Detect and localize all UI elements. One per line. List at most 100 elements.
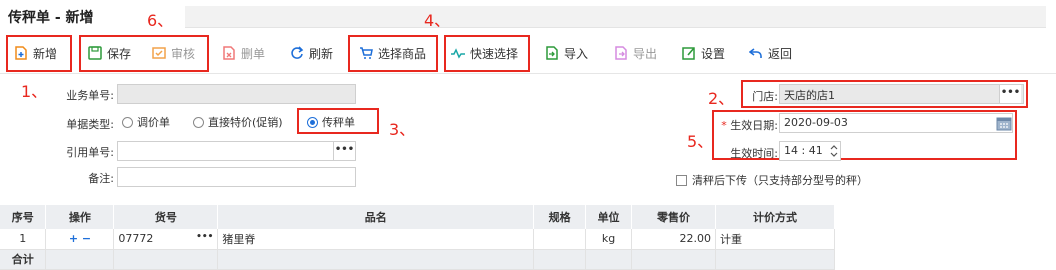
table-total-row: 合计 — [0, 249, 835, 270]
back-button[interactable]: 返回 — [749, 40, 792, 66]
cell-spec — [533, 229, 587, 250]
back-label: 返回 — [768, 46, 793, 61]
pulse-icon — [451, 48, 465, 59]
clear-scale-checkbox[interactable] — [676, 174, 687, 186]
store-field[interactable]: 天店的店1 — [779, 84, 1024, 104]
import-button[interactable]: 导入 — [545, 40, 588, 66]
clear-scale-option[interactable]: 清秤后下传（只支持部分型号的秤） — [676, 172, 868, 188]
doc-type-label: 单据类型: — [66, 118, 114, 131]
settings-label: 设置 — [701, 46, 726, 61]
radio-label: 直接特价(促销) — [208, 116, 283, 129]
cell-ops: + − — [45, 229, 115, 250]
col-header-price: 零售价 — [631, 205, 716, 229]
select-goods-label: 选择商品 — [378, 46, 427, 61]
annotation-number-4: 4、 — [424, 11, 451, 30]
remark-field[interactable] — [117, 167, 356, 187]
clear-scale-label: 清秤后下传（只支持部分型号的秤） — [692, 174, 868, 187]
refresh-icon — [291, 46, 304, 59]
select-goods-button[interactable]: 选择商品 — [359, 40, 426, 66]
effective-time-label: 生效时间: — [730, 147, 778, 160]
calendar-icon[interactable] — [996, 115, 1012, 131]
radio-circle — [193, 116, 204, 128]
save-button[interactable]: 保存 — [88, 40, 131, 66]
import-label: 导入 — [564, 46, 589, 61]
cell-pricing: 计重 — [715, 229, 835, 250]
cell-unit: kg — [585, 229, 633, 250]
cell-name: 猪里脊 — [217, 229, 535, 250]
annotation-number-1: 1、 — [21, 82, 48, 101]
radio-circle-selected — [307, 116, 318, 128]
col-header-seq: 序号 — [0, 205, 47, 229]
quick-select-label: 快速选择 — [470, 46, 519, 61]
save-label: 保存 — [107, 46, 132, 61]
radio-label: 传秤单 — [322, 116, 355, 129]
cell-price[interactable]: 22.00 — [631, 229, 716, 250]
effective-date-label-text: 生效日期: — [730, 119, 778, 132]
cell-code-value: 07772 — [118, 232, 154, 246]
edit-settings-icon — [682, 47, 695, 60]
ref-no-field[interactable] — [117, 141, 356, 161]
col-header-code: 货号 — [113, 205, 219, 229]
time-spinner-icon[interactable] — [829, 143, 839, 159]
store-label: 门店: — [752, 90, 778, 103]
table-header-row: 序号 操作 货号 品名 规格 单位 零售价 计价方式 — [0, 205, 835, 229]
col-header-ops: 操作 — [45, 205, 115, 229]
back-arrow-icon — [749, 48, 762, 58]
total-cell — [715, 249, 835, 270]
delete-label: 删单 — [241, 46, 266, 61]
effective-time-value: 14 : 41 — [784, 144, 823, 157]
refresh-label: 刷新 — [309, 46, 334, 61]
total-cell — [45, 249, 115, 270]
add-button[interactable]: 新增 — [14, 40, 57, 66]
ref-no-lookup-button[interactable]: ••• — [333, 142, 355, 160]
settings-button[interactable]: 设置 — [682, 40, 725, 66]
title-bar-background — [185, 6, 1046, 28]
total-cell — [631, 249, 716, 270]
page-title: 传秤单 - 新增 — [8, 10, 94, 26]
cart-icon — [360, 47, 373, 59]
delete-doc-icon — [223, 46, 235, 60]
col-header-name: 品名 — [217, 205, 535, 229]
doc-no-label: 业务单号: — [66, 89, 114, 102]
doc-no-field[interactable] — [117, 84, 356, 104]
cell-seq: 1 — [0, 229, 47, 250]
radio-direct-special[interactable]: 直接特价(促销) — [193, 114, 283, 130]
audit-label: 审核 — [171, 46, 196, 61]
radio-circle — [122, 116, 133, 128]
store-lookup-button[interactable]: ••• — [999, 85, 1021, 103]
add-label: 新增 — [33, 46, 58, 61]
audit-button[interactable]: 审核 — [152, 40, 195, 66]
quick-select-button[interactable]: 快速选择 — [451, 40, 518, 66]
total-cell — [585, 249, 633, 270]
table-row: 1 + − 07772 ••• 猪里脊 kg 22.00 计重 — [0, 229, 835, 250]
export-icon — [615, 46, 627, 60]
new-doc-icon — [15, 46, 27, 60]
export-label: 导出 — [633, 46, 658, 61]
save-icon — [88, 46, 102, 60]
refresh-button[interactable]: 刷新 — [290, 40, 333, 66]
col-header-unit: 单位 — [585, 205, 633, 229]
export-button[interactable]: 导出 — [614, 40, 657, 66]
annotation-number-2: 2、 — [708, 89, 735, 108]
total-cell — [217, 249, 535, 270]
radio-label: 调价单 — [137, 116, 170, 129]
ref-no-label: 引用单号: — [66, 146, 114, 159]
required-mark: * — [721, 119, 727, 132]
toolbar: 新增 保存 审核 删单 刷新 选择商品 快速选择 导入 导出 设置 返回 — [0, 32, 1056, 74]
radio-price-adjust[interactable]: 调价单 — [122, 114, 170, 130]
total-label: 合计 — [0, 249, 47, 270]
remark-label: 备注: — [88, 172, 114, 185]
approve-icon — [152, 47, 166, 59]
row-add-remove-buttons[interactable]: + − — [69, 232, 91, 245]
col-header-spec: 规格 — [533, 205, 587, 229]
col-header-pricing: 计价方式 — [715, 205, 835, 229]
annotation-number-3: 3、 — [389, 120, 416, 139]
effective-date-field[interactable]: 2020-09-03 — [779, 113, 1013, 133]
radio-scale-transfer[interactable]: 传秤单 — [307, 114, 355, 130]
delete-button[interactable]: 删单 — [222, 40, 265, 66]
goods-table: 序号 操作 货号 品名 规格 单位 零售价 计价方式 1 + − 07772 •… — [0, 205, 835, 270]
annotation-number-5: 5、 — [687, 132, 714, 151]
code-lookup-button[interactable]: ••• — [196, 232, 213, 242]
annotation-number-6: 6、 — [147, 11, 174, 30]
cell-code[interactable]: 07772 ••• — [113, 229, 219, 250]
